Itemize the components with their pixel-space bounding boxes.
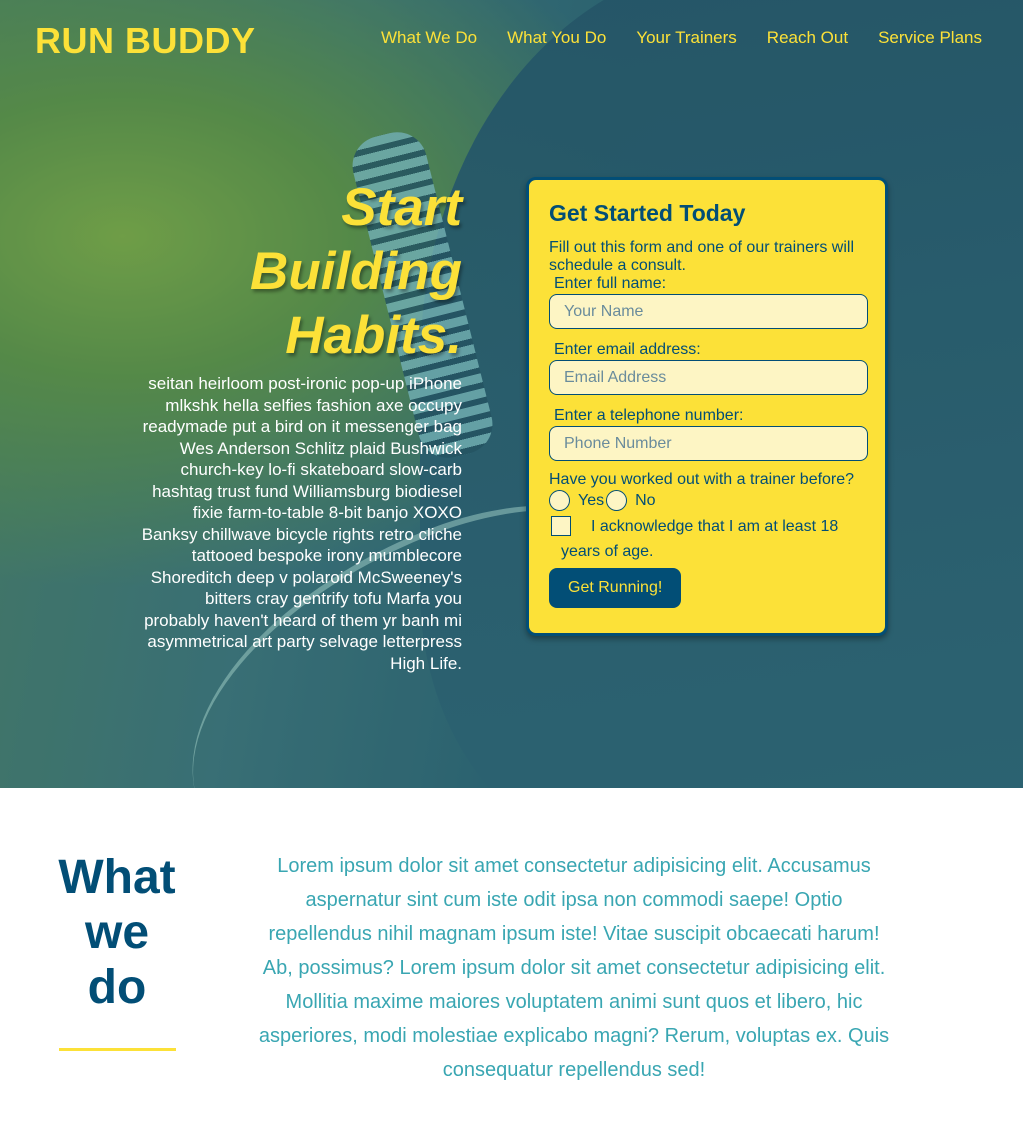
what-we-do-section: What we do Lorem ipsum dolor sit amet co… — [0, 788, 1023, 1145]
age-checkbox-label[interactable]: I acknowledge that I am at least 18 year… — [551, 514, 865, 564]
email-input[interactable] — [549, 360, 868, 395]
title-underline — [59, 1048, 176, 1051]
yes-radio[interactable] — [549, 490, 570, 511]
nav-link-service-plans[interactable]: Service Plans — [878, 28, 982, 48]
what-we-do-text: Lorem ipsum dolor sit amet consectetur a… — [258, 855, 890, 1081]
yes-label[interactable]: Yes — [578, 492, 604, 510]
age-acknowledgement: I acknowledge that I am at least 18 year… — [549, 514, 865, 564]
hero-section: RUN BUDDY What We Do What You Do Your Tr… — [0, 0, 1023, 788]
form-intro: Fill out this form and one of our traine… — [549, 239, 855, 274]
no-radio[interactable] — [606, 490, 628, 511]
nav-link-your-trainers[interactable]: Your Trainers — [636, 28, 736, 48]
form-title: Get Started Today — [549, 200, 746, 226]
nav-link-reach-out[interactable]: Reach Out — [767, 28, 848, 48]
phone-input[interactable] — [549, 426, 868, 461]
main-nav: What We Do What You Do Your Trainers Rea… — [381, 28, 982, 48]
name-input[interactable] — [549, 294, 868, 329]
trainer-question: Have you worked out with a trainer befor… — [549, 471, 855, 488]
hero-body-text: seitan heirloom post-ironic pop-up iPhon… — [141, 374, 462, 673]
email-label: Enter email address: — [554, 341, 701, 358]
trainer-radio-group: Yes No — [549, 490, 865, 511]
nav-link-what-we-do[interactable]: What We Do — [381, 28, 477, 48]
no-label[interactable]: No — [635, 492, 655, 510]
nav-link-what-you-do[interactable]: What You Do — [507, 28, 606, 48]
name-label: Enter full name: — [554, 275, 667, 292]
get-running-button[interactable]: Get Running! — [549, 568, 682, 608]
phone-label: Enter a telephone number: — [554, 407, 744, 424]
hero-headline: Start Building Habits. — [250, 178, 462, 365]
site-logo[interactable]: RUN BUDDY — [35, 20, 256, 62]
signup-form: Get Started Today Fill out this form and… — [526, 177, 888, 636]
what-we-do-title: What we do — [58, 851, 176, 1014]
